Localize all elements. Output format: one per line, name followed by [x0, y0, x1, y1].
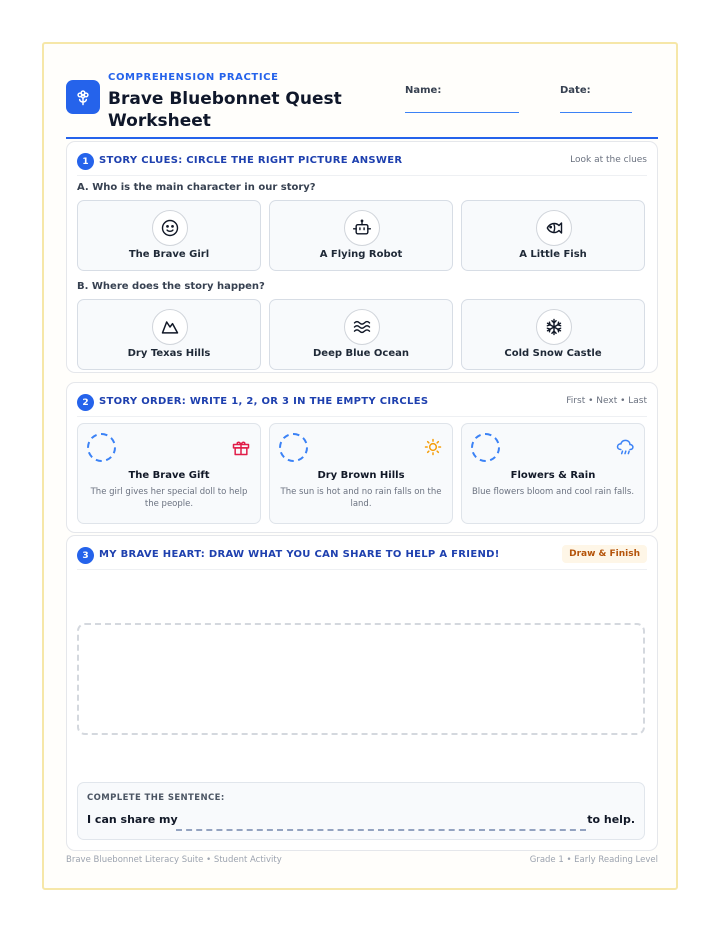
story-order-section: 2 STORY ORDER: WRITE 1, 2, OR 3 IN THE E… — [66, 382, 658, 533]
waves-icon — [344, 309, 380, 345]
drawing-area[interactable] — [77, 623, 645, 735]
order-number-circle[interactable] — [87, 433, 116, 462]
fish-icon — [536, 210, 572, 246]
choice-texas-hills[interactable]: Dry Texas Hills — [77, 299, 261, 370]
footer-left: Brave Bluebonnet Literacy Suite • Studen… — [66, 855, 282, 865]
order-card-dry-hills: Dry Brown Hills The sun is hot and no ra… — [269, 423, 453, 524]
section-hint: Look at the clues — [570, 155, 647, 165]
draw-finish-badge: Draw & Finish — [562, 545, 647, 563]
order-description: Blue flowers bloom and cool rain falls. — [471, 487, 635, 497]
sun-icon — [424, 438, 442, 456]
section-title: MY BRAVE HEART: DRAW WHAT YOU CAN SHARE … — [99, 549, 500, 560]
worksheet-header: COMPREHENSION PRACTICE Brave Bluebonnet … — [66, 72, 658, 140]
order-title: Dry Brown Hills — [317, 470, 405, 481]
order-card-flowers-rain: Flowers & Rain Blue flowers bloom and co… — [461, 423, 645, 524]
choice-snow-castle[interactable]: Cold Snow Castle — [461, 299, 645, 370]
sentence-blank-field[interactable] — [176, 829, 586, 831]
section-divider — [77, 175, 647, 176]
name-label: Name: — [405, 85, 442, 96]
story-clues-section: 1 STORY CLUES: CIRCLE THE RIGHT PICTURE … — [66, 141, 658, 373]
section-number: 3 — [77, 547, 94, 564]
snowflake-icon — [536, 309, 572, 345]
robot-icon — [344, 210, 380, 246]
order-title: Flowers & Rain — [510, 470, 596, 481]
choice-label: The Brave Girl — [128, 249, 210, 260]
rain-cloud-icon — [616, 439, 634, 455]
section-hint: First • Next • Last — [566, 396, 647, 406]
order-number-circle[interactable] — [279, 433, 308, 462]
order-card-brave-gift: The Brave Gift The girl gives her specia… — [77, 423, 261, 524]
brave-heart-section: 3 MY BRAVE HEART: DRAW WHAT YOU CAN SHAR… — [66, 535, 658, 851]
order-title: The Brave Gift — [128, 470, 210, 481]
section-divider — [77, 416, 647, 417]
worksheet-eyebrow: COMPREHENSION PRACTICE — [108, 72, 279, 83]
flower-icon — [66, 80, 100, 114]
section-divider — [77, 569, 647, 570]
worksheet-title: Brave Bluebonnet Quest Worksheet — [108, 89, 342, 131]
choice-little-fish[interactable]: A Little Fish — [461, 200, 645, 271]
header-divider — [66, 137, 658, 139]
question-a: A. Who is the main character in our stor… — [77, 182, 316, 193]
section-number: 1 — [77, 153, 94, 170]
date-label: Date: — [560, 85, 591, 96]
order-description: The girl gives her special doll to help … — [90, 487, 248, 509]
smiley-face-icon — [152, 210, 188, 246]
order-number-circle[interactable] — [471, 433, 500, 462]
choice-label: Dry Texas Hills — [127, 348, 211, 359]
choice-brave-girl[interactable]: The Brave Girl — [77, 200, 261, 271]
sentence-start: I can share my — [87, 813, 178, 826]
name-field[interactable] — [405, 112, 519, 113]
sentence-end: to help. — [587, 813, 635, 826]
gift-icon — [232, 441, 250, 456]
choice-label: A Flying Robot — [319, 249, 403, 260]
worksheet-page: COMPREHENSION PRACTICE Brave Bluebonnet … — [42, 42, 678, 890]
section-title: STORY CLUES: CIRCLE THE RIGHT PICTURE AN… — [99, 155, 403, 166]
sentence-box: COMPLETE THE SENTENCE: I can share my to… — [77, 782, 645, 840]
worksheet-footer: Brave Bluebonnet Literacy Suite • Studen… — [66, 855, 658, 865]
question-b: B. Where does the story happen? — [77, 281, 265, 292]
sentence-label: COMPLETE THE SENTENCE: — [87, 793, 225, 803]
date-field[interactable] — [560, 112, 632, 113]
footer-right: Grade 1 • Early Reading Level — [529, 855, 658, 865]
choice-label: Deep Blue Ocean — [312, 348, 409, 359]
mountain-icon — [152, 309, 188, 345]
section-number: 2 — [77, 394, 94, 411]
choice-label: Cold Snow Castle — [504, 348, 602, 359]
choice-flying-robot[interactable]: A Flying Robot — [269, 200, 453, 271]
section-title: STORY ORDER: WRITE 1, 2, OR 3 IN THE EMP… — [99, 396, 429, 407]
choice-blue-ocean[interactable]: Deep Blue Ocean — [269, 299, 453, 370]
choice-label: A Little Fish — [519, 249, 587, 260]
order-description: The sun is hot and no rain falls on the … — [280, 487, 442, 509]
